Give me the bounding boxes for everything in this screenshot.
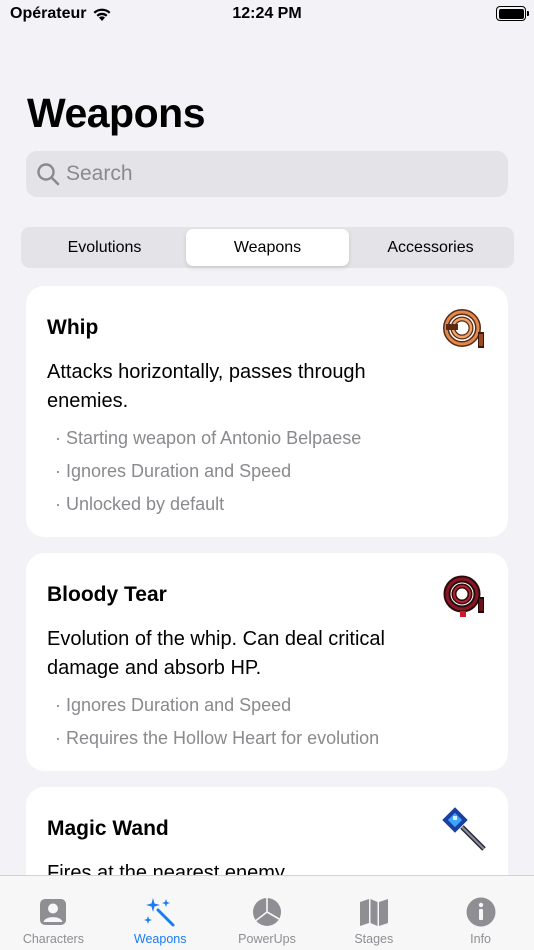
segment-evolutions[interactable]: Evolutions bbox=[23, 229, 186, 266]
magic-wand-sprite-icon bbox=[442, 807, 486, 851]
battery-icon bbox=[496, 6, 529, 21]
person-icon bbox=[40, 899, 67, 925]
bloody-tear-sprite-icon bbox=[443, 575, 484, 617]
segment-weapons[interactable]: Weapons bbox=[186, 229, 349, 266]
search-bar[interactable] bbox=[26, 151, 508, 197]
weapon-card-bloody-tear[interactable]: Bloody Tear Evolution of the whip. Can d… bbox=[26, 553, 508, 771]
tab-bar: Characters Weapons PowerUps Stages Info bbox=[0, 875, 534, 950]
card-note: Starting weapon of Antonio Belpaese bbox=[47, 422, 487, 455]
card-description: Fires at the nearest enemy. bbox=[47, 862, 289, 875]
segment-accessories[interactable]: Accessories bbox=[349, 229, 512, 266]
tab-label: PowerUps bbox=[238, 932, 296, 946]
tab-powerups[interactable]: PowerUps bbox=[214, 876, 321, 950]
tab-characters[interactable]: Characters bbox=[0, 876, 107, 950]
tab-label: Info bbox=[470, 932, 492, 946]
info-icon bbox=[466, 897, 496, 927]
card-title: Whip bbox=[47, 316, 99, 339]
card-notes: Ignores Duration and Speed Requires the … bbox=[47, 689, 487, 755]
card-title: Bloody Tear bbox=[47, 583, 167, 606]
segmented-control: Evolutions Weapons Accessories bbox=[21, 227, 514, 268]
card-note: Ignores Duration and Speed bbox=[47, 455, 487, 488]
card-note: Ignores Duration and Speed bbox=[47, 689, 487, 722]
pie-chart-icon bbox=[252, 898, 281, 926]
card-note: Requires the Hollow Heart for evolution bbox=[47, 722, 487, 755]
sparkles-wand-icon bbox=[144, 898, 175, 927]
tab-label: Stages bbox=[354, 932, 394, 946]
card-notes: Starting weapon of Antonio Belpaese Igno… bbox=[47, 422, 487, 521]
page-title: Weapons bbox=[27, 90, 206, 136]
weapon-card-magic-wand[interactable]: Magic Wand Fires at the nearest enemy. bbox=[26, 787, 508, 875]
tab-weapons[interactable]: Weapons bbox=[107, 876, 214, 950]
card-title: Magic Wand bbox=[47, 817, 169, 840]
tab-label: Weapons bbox=[133, 932, 187, 946]
card-description: Attacks horizontally, passes through ene… bbox=[47, 361, 366, 412]
search-icon bbox=[37, 163, 60, 186]
status-bar: Opérateur 12:24 PM bbox=[0, 0, 534, 30]
weapons-list[interactable]: Whip Attacks horizontally, passes throug… bbox=[0, 270, 534, 875]
status-time: 12:24 PM bbox=[232, 5, 302, 22]
tab-stages[interactable]: Stages bbox=[320, 876, 427, 950]
card-description: Evolution of the whip. Can deal critical… bbox=[47, 628, 385, 679]
search-input[interactable] bbox=[66, 162, 486, 186]
tab-label: Characters bbox=[22, 932, 84, 946]
whip-sprite-icon bbox=[443, 309, 484, 348]
map-icon bbox=[359, 899, 388, 926]
card-note: Unlocked by default bbox=[47, 488, 487, 521]
weapon-card-whip[interactable]: Whip Attacks horizontally, passes throug… bbox=[26, 286, 508, 537]
tab-info[interactable]: Info bbox=[427, 876, 534, 950]
